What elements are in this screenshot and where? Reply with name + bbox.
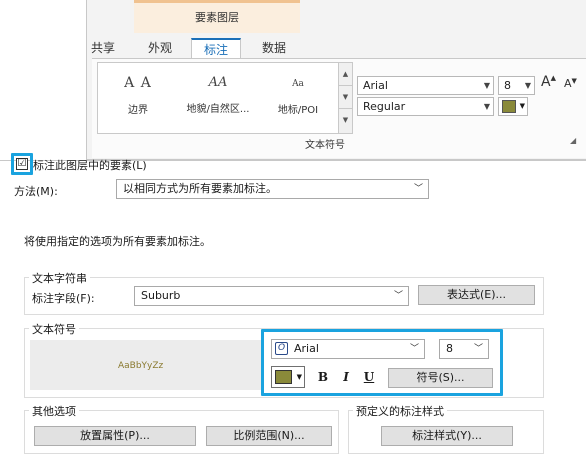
predefined-styles-title: 预定义的标注样式 <box>353 403 447 419</box>
chevron-down-icon: ▼ <box>524 81 531 90</box>
expression-button[interactable]: 表达式(E)... <box>418 285 535 305</box>
tab-share[interactable]: 共享 <box>86 38 120 58</box>
label-features-label: 标注此图层中的要素(L) <box>33 159 147 172</box>
preview-text: AaBbYyZz <box>118 361 164 371</box>
ribbon-font-size-combo[interactable]: 8 ▼ <box>498 76 535 95</box>
underline-button[interactable]: U <box>359 367 379 387</box>
grow-font-button[interactable]: A▲ <box>541 74 556 90</box>
info-text: 将使用指定的选项为所有要素加标注。 <box>24 235 211 248</box>
bold-button[interactable]: B <box>313 367 333 387</box>
gallery-label: 边界 <box>128 105 148 116</box>
symbol-color-button[interactable]: ▼ <box>271 366 305 388</box>
text-string-title: 文本字符串 <box>29 270 90 286</box>
method-value: 以相同方式为所有要素加标注。 <box>123 182 277 195</box>
ribbon-font-style-value: Regular <box>363 100 406 113</box>
dialog-launcher-icon[interactable]: ◢ <box>570 136 576 145</box>
chevron-down-icon: ﹀ <box>473 344 483 354</box>
ribbon-font-name-combo[interactable]: Arial ▼ <box>357 76 494 95</box>
ribbon-font-size-value: 8 <box>504 79 511 92</box>
tab-appearance[interactable]: 外观 <box>140 38 180 58</box>
symbol-font-value: Arial <box>294 342 319 355</box>
label-field-label: 标注字段(F): <box>32 292 95 305</box>
label-field-combo[interactable]: Suburb ﹀ <box>134 286 409 306</box>
label-field-value: Suburb <box>141 289 181 302</box>
ribbon-font-style-combo[interactable]: Regular ▼ <box>357 97 494 116</box>
label-styles-button[interactable]: 标注样式(Y)... <box>381 426 513 446</box>
ribbon-font-name-value: Arial <box>363 79 388 92</box>
opentype-font-icon: O <box>275 342 288 355</box>
chevron-down-icon: ▼ <box>483 81 490 90</box>
shrink-font-icon: A <box>564 77 572 90</box>
gallery-item-landform[interactable]: AA 地貌/自然区... <box>178 63 258 133</box>
chevron-down-icon: ﹀ <box>413 184 423 194</box>
chevron-down-icon: ﹀ <box>393 291 403 301</box>
symbol-size-combo[interactable]: 8 ﹀ <box>439 339 489 359</box>
chevron-down-icon: ▼ <box>519 102 525 110</box>
other-options-title: 其他选项 <box>29 403 79 419</box>
gallery-scrollbar[interactable]: ▲ ▼ ▼ <box>339 62 353 134</box>
symbol-button[interactable]: 符号(S)... <box>388 368 493 388</box>
gallery-item-landmark[interactable]: Aa 地标/POI <box>258 63 338 133</box>
method-label: 方法(M): <box>14 185 58 198</box>
symbol-preview: AaBbYyZz <box>30 340 262 390</box>
gallery-scroll-down-icon[interactable]: ▼ <box>339 86 352 109</box>
ribbon-group-label: 文本符号 <box>305 140 345 151</box>
gallery-scroll-up-icon[interactable]: ▲ <box>339 63 352 86</box>
placement-properties-button[interactable]: 放置属性(P)... <box>34 426 196 446</box>
grow-font-icon: A <box>541 74 551 90</box>
chevron-down-icon: ▼ <box>483 102 490 111</box>
gallery-glyph: A A <box>124 75 152 91</box>
color-swatch <box>275 370 292 384</box>
symbol-font-combo[interactable]: O Arial ﹀ <box>271 339 425 359</box>
color-swatch <box>502 100 516 113</box>
tab-labeling[interactable]: 标注 <box>191 38 241 58</box>
tab-data[interactable]: 数据 <box>254 38 294 58</box>
text-symbol-title: 文本符号 <box>29 321 79 337</box>
scale-range-button[interactable]: 比例范围(N)... <box>206 426 332 446</box>
symbol-size-value: 8 <box>446 342 453 355</box>
label-class-gallery: A A 边界 AA 地貌/自然区... Aa 地标/POI <box>97 62 339 134</box>
gallery-item-boundary[interactable]: A A 边界 <box>98 63 178 133</box>
gallery-expand-icon[interactable]: ▼ <box>339 109 352 132</box>
method-combo[interactable]: 以相同方式为所有要素加标注。 ﹀ <box>116 179 429 199</box>
context-tab-group-label: 要素图层 <box>134 0 300 33</box>
italic-button[interactable]: I <box>336 367 356 387</box>
ribbon-text-color-button[interactable]: ▼ <box>498 97 528 116</box>
label-features-checkbox[interactable]: ☑ <box>16 158 28 170</box>
gallery-label: 地貌/自然区... <box>186 104 250 115</box>
chevron-down-icon: ▼ <box>296 373 302 381</box>
shrink-font-button[interactable]: A▼ <box>564 77 577 90</box>
gallery-label: 地标/POI <box>277 105 319 116</box>
gallery-glyph: Aa <box>292 79 304 89</box>
gallery-glyph: AA <box>208 75 228 90</box>
chevron-down-icon: ﹀ <box>409 344 419 354</box>
